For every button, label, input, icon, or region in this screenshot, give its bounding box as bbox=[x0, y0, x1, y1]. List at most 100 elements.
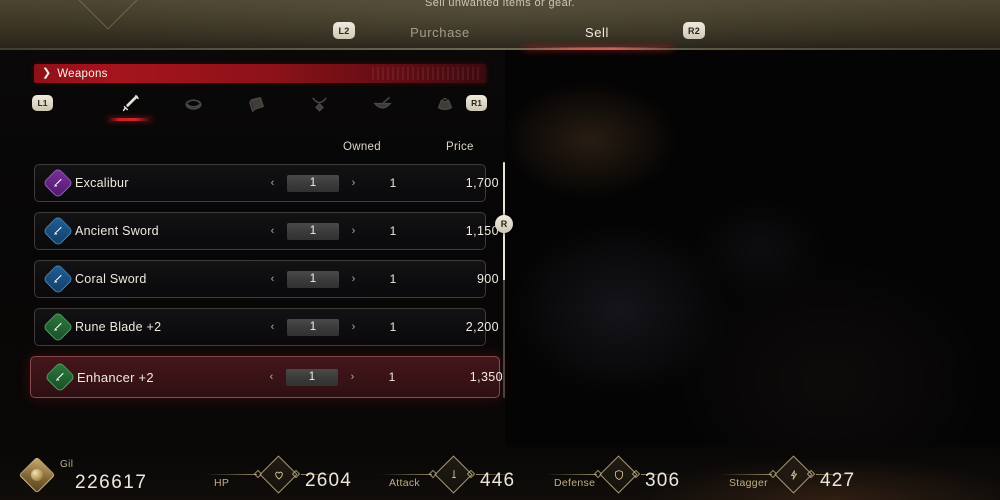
category-banner-weapons[interactable]: ❯ Weapons bbox=[34, 64, 486, 83]
stepper-increment-icon[interactable]: › bbox=[348, 177, 359, 189]
stagger-icon bbox=[784, 465, 803, 484]
stat-group: HP 2604 bbox=[205, 452, 395, 496]
stat-group: Attack 446 bbox=[380, 452, 570, 496]
category-icon-sword[interactable] bbox=[113, 90, 147, 118]
item-name: Enhancer +2 bbox=[77, 369, 154, 385]
stepper-increment-icon[interactable]: › bbox=[348, 273, 359, 285]
category-icon-bowl[interactable] bbox=[365, 90, 399, 118]
scrollbar-track[interactable] bbox=[503, 162, 505, 398]
stat-rule-left bbox=[720, 474, 772, 475]
category-icon-strip: L1 R1 bbox=[28, 94, 488, 126]
item-row[interactable]: Ancient Sword ‹ 1 › 1 1,150 bbox=[34, 212, 499, 250]
stat-value: 2604 bbox=[305, 470, 353, 491]
item-list: Excalibur ‹ 1 › 1 1,700 Ancient Sword ‹ 1 › 1 1,150… bbox=[30, 164, 503, 398]
sword-glyph-icon bbox=[52, 177, 64, 189]
stepper-decrement-icon[interactable]: ‹ bbox=[267, 321, 278, 333]
item-name: Rune Blade +2 bbox=[75, 320, 162, 334]
top-tab-bar: L2 Purchase Sell R2 bbox=[0, 22, 1000, 50]
item-owned: 1 bbox=[389, 224, 397, 238]
shield-icon bbox=[609, 465, 628, 484]
status-bar: Gil 226617 HP 2604 Attack 446 Defense 306 Stag… bbox=[0, 445, 1000, 500]
item-name: Coral Sword bbox=[75, 272, 147, 286]
stepper-increment-icon[interactable]: › bbox=[348, 321, 359, 333]
stepper-increment-icon[interactable]: › bbox=[347, 371, 358, 383]
category-icon-bracelet[interactable] bbox=[176, 90, 210, 118]
stat-label: Attack bbox=[389, 477, 420, 489]
sword-glyph-icon bbox=[52, 321, 64, 333]
bumper-l1-button[interactable]: L1 bbox=[32, 95, 53, 111]
item-price: 2,200 bbox=[465, 320, 499, 334]
stat-label: Stagger bbox=[729, 477, 768, 489]
item-owned: 1 bbox=[389, 272, 397, 286]
banner-texture bbox=[372, 67, 482, 80]
item-rarity-icon bbox=[42, 215, 74, 247]
stat-label: HP bbox=[214, 477, 230, 489]
item-name: Excalibur bbox=[75, 176, 129, 190]
quantity-stepper[interactable]: ‹ 1 › bbox=[267, 174, 359, 192]
item-row[interactable]: Enhancer +2 ‹ 1 › 1 1,350 bbox=[30, 356, 503, 398]
stepper-decrement-icon[interactable]: ‹ bbox=[267, 273, 278, 285]
item-price: 900 bbox=[476, 272, 499, 286]
item-price: 1,700 bbox=[465, 176, 499, 190]
tab-purchase[interactable]: Purchase bbox=[370, 20, 510, 44]
gil-label: Gil bbox=[60, 459, 74, 470]
category-icon-necklace[interactable] bbox=[302, 90, 336, 118]
column-header-price: Price bbox=[446, 141, 474, 153]
item-rarity-icon bbox=[42, 311, 74, 343]
sword-glyph-icon bbox=[54, 371, 66, 383]
item-price: 1,150 bbox=[465, 224, 499, 238]
gil-block: Gil 226617 bbox=[18, 450, 208, 496]
quantity-value[interactable]: 1 bbox=[287, 174, 339, 192]
category-banner-label: Weapons bbox=[57, 67, 108, 80]
stat-rule-left bbox=[545, 474, 597, 475]
item-row[interactable]: Rune Blade +2 ‹ 1 › 1 2,200 bbox=[34, 308, 499, 346]
stat-rule-left bbox=[380, 474, 432, 475]
quantity-stepper[interactable]: ‹ 1 › bbox=[267, 222, 359, 240]
top-bar-divider bbox=[0, 48, 1000, 50]
item-row[interactable]: Coral Sword ‹ 1 › 1 900 bbox=[34, 260, 499, 298]
hint-text: Sell unwanted items or gear. bbox=[425, 0, 575, 9]
stat-value: 446 bbox=[480, 470, 516, 491]
quantity-value[interactable]: 1 bbox=[287, 270, 339, 288]
category-active-indicator bbox=[107, 118, 153, 121]
stat-label: Defense bbox=[554, 477, 596, 489]
item-rarity-icon bbox=[42, 167, 74, 199]
item-row[interactable]: Excalibur ‹ 1 › 1 1,700 bbox=[34, 164, 499, 202]
item-owned: 1 bbox=[389, 176, 397, 190]
category-icon-shield[interactable] bbox=[239, 90, 273, 118]
quantity-stepper[interactable]: ‹ 1 › bbox=[266, 368, 358, 386]
bumper-l2-button[interactable]: L2 bbox=[333, 22, 355, 39]
category-icon-pouch[interactable] bbox=[428, 90, 462, 118]
quantity-value[interactable]: 1 bbox=[287, 222, 339, 240]
quantity-stepper[interactable]: ‹ 1 › bbox=[267, 318, 359, 336]
item-rarity-icon bbox=[44, 361, 76, 393]
quantity-stepper[interactable]: ‹ 1 › bbox=[267, 270, 359, 288]
stepper-decrement-icon[interactable]: ‹ bbox=[267, 177, 278, 189]
heart-icon bbox=[269, 465, 288, 484]
background-blurred-scene bbox=[500, 50, 1000, 450]
top-bar: Sell unwanted items or gear. L2 Purchase… bbox=[0, 0, 1000, 50]
stepper-decrement-icon[interactable]: ‹ bbox=[266, 371, 277, 383]
gil-coin-inner-icon bbox=[31, 469, 43, 481]
stepper-increment-icon[interactable]: › bbox=[348, 225, 359, 237]
sword-icon bbox=[444, 465, 463, 484]
tab-sell[interactable]: Sell bbox=[527, 20, 667, 44]
stat-value: 306 bbox=[645, 470, 681, 491]
stat-value: 427 bbox=[820, 470, 856, 491]
scrollbar-handle[interactable]: R bbox=[495, 215, 513, 233]
sword-glyph-icon bbox=[52, 225, 64, 237]
sword-glyph-icon bbox=[52, 273, 64, 285]
item-rarity-icon bbox=[42, 263, 74, 295]
column-header-owned: Owned bbox=[343, 141, 381, 153]
quantity-value[interactable]: 1 bbox=[286, 368, 338, 386]
stepper-decrement-icon[interactable]: ‹ bbox=[267, 225, 278, 237]
bumper-r1-button[interactable]: R1 bbox=[466, 95, 487, 111]
stat-group: Defense 306 bbox=[545, 452, 735, 496]
chevron-right-icon: ❯ bbox=[42, 67, 52, 79]
item-name: Ancient Sword bbox=[75, 224, 159, 238]
quantity-value[interactable]: 1 bbox=[287, 318, 339, 336]
item-owned: 1 bbox=[389, 320, 397, 334]
stat-group: Stagger 427 bbox=[720, 452, 910, 496]
bumper-r2-button[interactable]: R2 bbox=[683, 22, 705, 39]
item-owned: 1 bbox=[388, 370, 396, 384]
